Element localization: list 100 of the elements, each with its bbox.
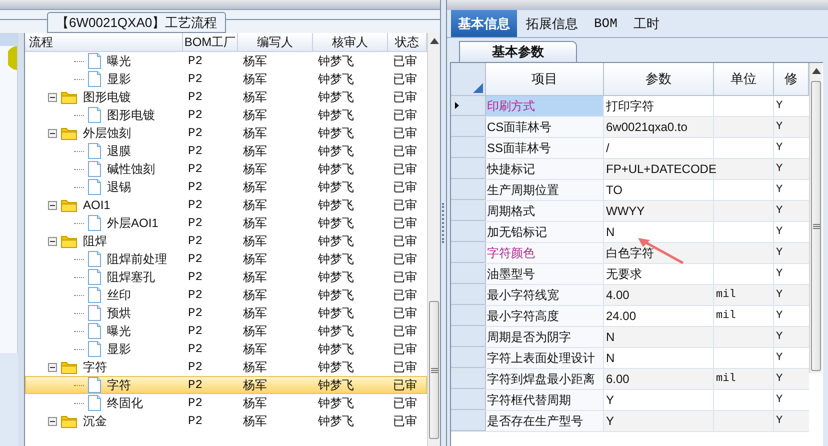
table-cell-text: Y [775, 330, 784, 345]
tree-row[interactable]: 碱性蚀刻 P2 杨军 钟梦飞 已审 [25, 160, 427, 178]
tree-row[interactable]: 阻焊塞孔 P2 杨军 钟梦飞 已审 [25, 268, 427, 286]
tree-row[interactable]: 显影 P2 杨军 钟梦飞 已审 [25, 340, 427, 358]
grid-row[interactable]: 字符到焊盘最小距离 6.00 mil Y [451, 369, 809, 390]
table-cell-text: P2 [187, 89, 204, 105]
scrollbar[interactable] [427, 33, 440, 446]
tree-row[interactable]: 外层AOI1 P2 杨军 钟梦飞 已审 [25, 214, 427, 232]
document-icon [88, 161, 101, 177]
splitter-grip[interactable] [442, 203, 445, 243]
collapse-icon[interactable] [48, 362, 57, 372]
scroll-up-icon[interactable] [812, 68, 821, 74]
grid-row[interactable]: CS面菲林号 6w0021qxa0.to Y [451, 117, 809, 138]
tree-row[interactable]: 外层蚀刻 P2 杨军 钟梦飞 已审 [25, 124, 427, 142]
tree-row[interactable]: 退膜 P2 杨军 钟梦飞 已审 [25, 142, 427, 160]
tree-row[interactable]: 预烘 P2 杨军 钟梦飞 已审 [25, 304, 427, 322]
grid-row[interactable]: 印刷方式 打印字符 Y [451, 96, 809, 117]
tree-label: 字符 [107, 377, 131, 394]
tab[interactable]: 工时 [626, 10, 666, 37]
table-cell-text: 杨军 [242, 125, 268, 141]
table-cell: mil [714, 306, 774, 326]
tree-row[interactable]: 图形电镀 P2 杨军 钟梦飞 已审 [25, 106, 427, 124]
grid-row[interactable]: 周期格式 WWYY Y [451, 201, 809, 222]
column-header[interactable]: 单位 [714, 63, 774, 95]
table-cell-text: Y [775, 224, 784, 240]
table-cell: 6w0021qxa0.to [604, 117, 714, 137]
tree-label: 显影 [107, 71, 131, 88]
grid-row[interactable]: 是否存在生产型号 Y Y [451, 411, 809, 432]
grid-row[interactable]: 周期是否为阴字 N Y [451, 327, 809, 348]
column-header[interactable]: 编写人 [238, 33, 313, 52]
grid-row[interactable]: 油墨型号 无要求 Y [451, 264, 809, 285]
scrollbar[interactable] [809, 63, 822, 373]
scroll-thumb[interactable] [429, 301, 439, 439]
table-cell-text: P2 [187, 359, 204, 375]
table-cell: TO [604, 180, 714, 200]
column-header[interactable]: 修 [774, 63, 809, 95]
row-header[interactable] [451, 63, 486, 95]
scroll-up-icon[interactable] [430, 38, 439, 44]
grid-row[interactable]: 生产周期位置 TO Y [451, 180, 809, 201]
table-cell-text: 杨军 [242, 89, 268, 105]
subtab[interactable]: 基本参数 [459, 41, 577, 62]
tab[interactable]: 拓展信息 [519, 10, 585, 37]
table-cell-text: P2 [187, 323, 204, 339]
table-cell: 周期是否为阴字 [486, 327, 604, 347]
column-header[interactable]: BOM工厂 [183, 33, 238, 52]
column-header[interactable]: 参数 [604, 63, 714, 95]
document-icon [88, 305, 101, 321]
table-cell-text: P2 [187, 395, 204, 411]
grid-row[interactable]: 最小字符线宽 4.00 mil Y [451, 285, 809, 306]
tree-row[interactable]: 终固化 P2 杨军 钟梦飞 已审 [25, 394, 427, 412]
row-header[interactable] [451, 96, 486, 116]
table-cell-text: 已审 [392, 323, 418, 339]
tree-row[interactable]: 丝印 P2 杨军 钟梦飞 已审 [25, 286, 427, 304]
table-cell-text: 杨军 [242, 359, 268, 375]
table-cell-text: 钟梦飞 [317, 89, 355, 105]
collapse-icon[interactable] [48, 416, 57, 426]
grid-row[interactable]: 字符颜色 白色字符 Y [451, 243, 809, 264]
document-icon [88, 71, 101, 87]
scroll-thumb[interactable] [811, 81, 821, 371]
tree-row[interactable]: 曝光 P2 杨军 钟梦飞 已审 [25, 322, 427, 340]
table-cell-text: P2 [187, 71, 204, 87]
tree-row[interactable]: 阻焊前处理 P2 杨军 钟梦飞 已审 [25, 250, 427, 268]
collapse-icon[interactable] [48, 236, 57, 246]
table-cell-text: 已审 [392, 161, 418, 177]
grid-row[interactable]: 字符框代替周期 Y Y [451, 390, 809, 411]
tree-row[interactable]: 沉金 P2 杨军 钟梦飞 已审 [25, 412, 427, 430]
grid-row[interactable]: SS面菲林号 / Y [451, 138, 809, 159]
tree-row[interactable]: 阻焊 P2 杨军 钟梦飞 已审 [25, 232, 427, 250]
tree-row[interactable]: 曝光 P2 杨军 钟梦飞 已审 [25, 52, 427, 70]
grid-row[interactable]: 最小字符高度 24.00 mil Y [451, 306, 809, 327]
column-header[interactable]: 流程 [25, 33, 183, 52]
grid-row[interactable]: 字符上表面处理设计 N Y [451, 348, 809, 369]
grid-row[interactable]: 快捷标记 FP+UL+DATECODE Y [451, 159, 809, 180]
table-cell: 是否存在生产型号 [486, 411, 604, 431]
tab[interactable]: 基本信息 [451, 10, 517, 37]
table-cell-text: P2 [187, 197, 204, 213]
tree-row[interactable]: AOI1 P2 杨军 钟梦飞 已审 [25, 196, 427, 214]
tree-row[interactable]: 字符 P2 杨军 钟梦飞 已审 [25, 358, 427, 376]
table-cell-text: 已审 [392, 107, 418, 123]
splitter-bar[interactable] [18, 33, 25, 446]
grid-row[interactable]: 加无铅标记 N Y [451, 222, 809, 243]
column-header[interactable]: 核审人 [313, 33, 388, 52]
document-icon [88, 107, 101, 123]
tree-row[interactable]: 退锡 P2 杨军 钟梦飞 已审 [25, 178, 427, 196]
collapse-icon[interactable] [48, 128, 57, 138]
tree-row[interactable]: 字符 P2 杨军 钟梦飞 已审 [25, 376, 427, 394]
table-cell: WWYY [604, 201, 714, 221]
collapse-icon[interactable] [48, 92, 57, 102]
tab[interactable]: BOM [587, 10, 624, 37]
tree-row[interactable]: 图形电镀 P2 杨军 钟梦飞 已审 [25, 88, 427, 106]
table-cell: 无要求 [604, 264, 714, 284]
tree-row[interactable]: 显影 P2 杨军 钟梦飞 已审 [25, 70, 427, 88]
column-header[interactable]: 状态 [388, 33, 427, 52]
table-cell-text: 已审 [392, 143, 418, 159]
column-header[interactable]: 项目 [486, 63, 604, 95]
table-cell-text: Y [775, 308, 784, 324]
document-icon [88, 377, 101, 393]
table-cell-text: 杨军 [242, 107, 268, 123]
collapse-icon[interactable] [48, 200, 57, 210]
table-cell-text: P2 [187, 287, 204, 303]
